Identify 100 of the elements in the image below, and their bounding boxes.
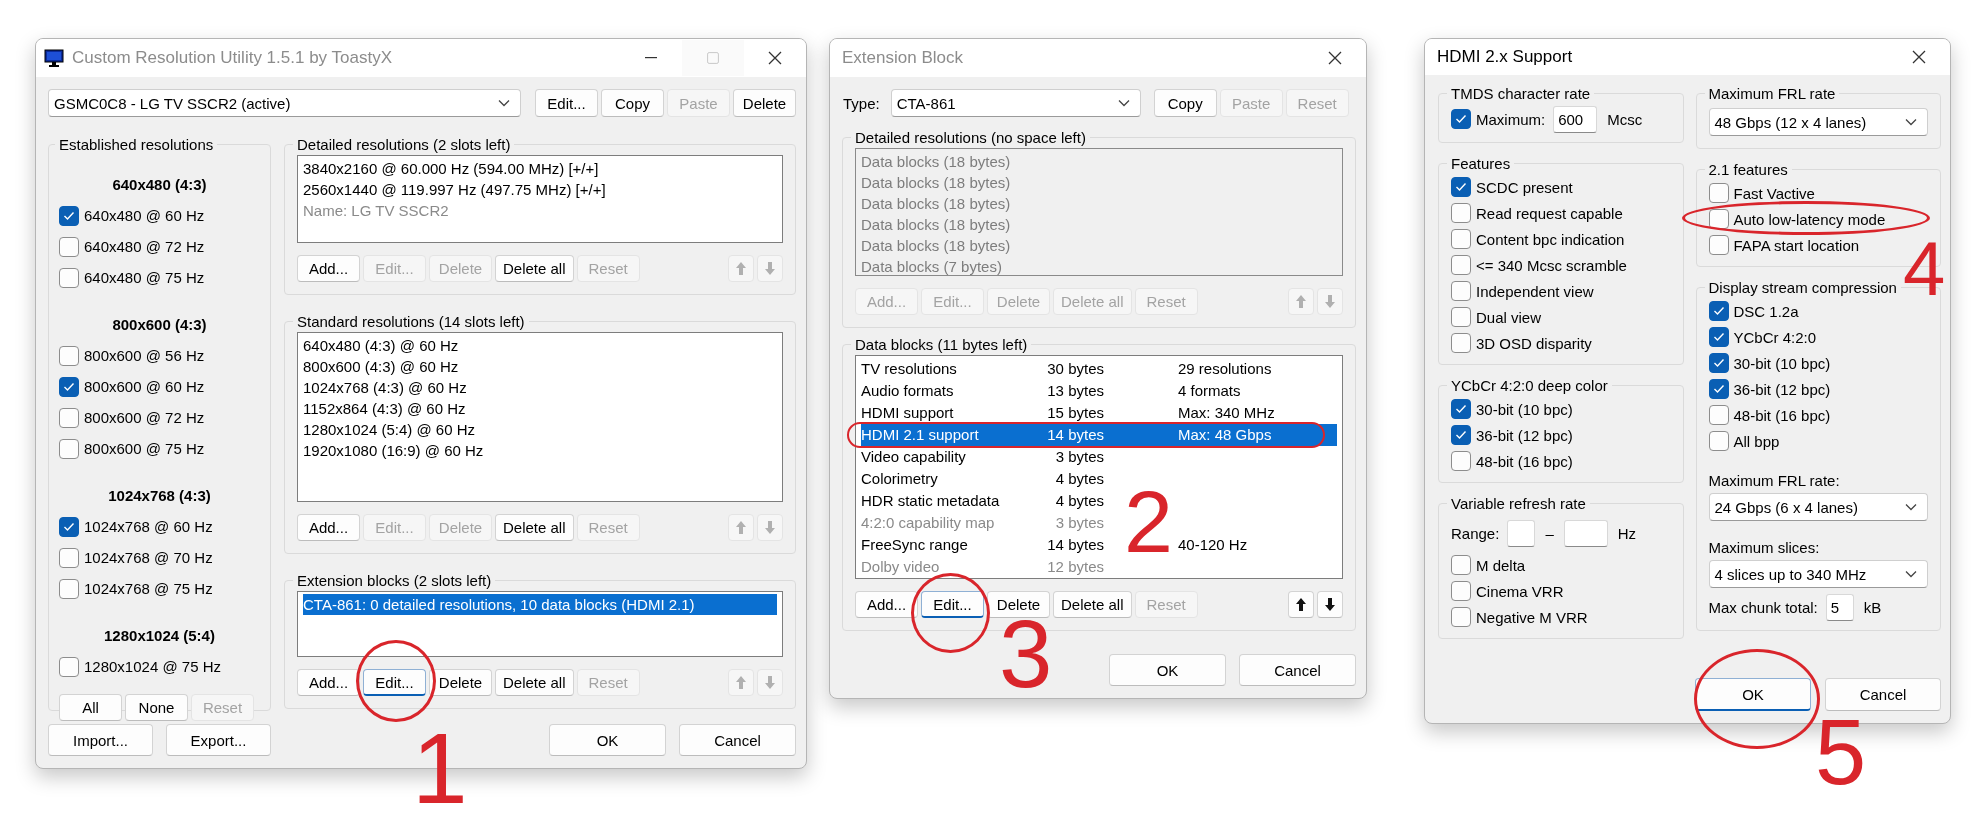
checkbox[interactable] bbox=[1451, 581, 1471, 601]
group-title: Standard resolutions (14 slots left) bbox=[296, 313, 526, 330]
add-button[interactable]: Add... bbox=[297, 669, 360, 696]
list-item[interactable]: 1280x1024 (5:4) @ 60 Hz bbox=[303, 419, 777, 440]
checkbox[interactable] bbox=[59, 267, 79, 288]
select-none-button[interactable]: None bbox=[125, 694, 188, 721]
list-cell-text: 40-120 Hz bbox=[1177, 535, 1249, 555]
checkbox[interactable] bbox=[1708, 353, 1729, 373]
list-cell-text: 4:2:0 capability map bbox=[861, 513, 996, 533]
checkbox-label: 640x480 @ 72 Hz bbox=[84, 238, 205, 255]
list-cell-text: HDR static metadata bbox=[861, 491, 1001, 511]
checkbox[interactable] bbox=[1451, 203, 1471, 223]
delete-button[interactable]: Delete bbox=[733, 89, 796, 117]
dropdown[interactable]: 4 slices up to 340 MHz bbox=[1708, 560, 1928, 588]
checkbox-label: 640x480 @ 75 Hz bbox=[84, 269, 205, 286]
list-item[interactable]: CTA-861: 0 detailed resolutions, 10 data blocks (HDMI 2.1) bbox=[303, 594, 777, 615]
checkbox-label: 800x600 @ 60 Hz bbox=[84, 378, 205, 395]
add-button[interactable]: Add... bbox=[297, 255, 360, 282]
list-row[interactable]: Dolby video 12 bytes bbox=[861, 556, 1337, 578]
text-field[interactable] bbox=[1563, 519, 1608, 547]
checkbox[interactable] bbox=[59, 376, 79, 397]
dropdown[interactable]: 24 Gbps (6 x 4 lanes) bbox=[1708, 493, 1928, 521]
checkbox[interactable] bbox=[1451, 177, 1471, 197]
list-item[interactable]: 640x480 (4:3) @ 60 Hz bbox=[303, 335, 777, 356]
checkbox[interactable] bbox=[1451, 109, 1471, 129]
list-item[interactable]: 800x600 (4:3) @ 60 Hz bbox=[303, 356, 777, 377]
list-row[interactable]: HDMI support 15 bytes Max: 340 MHz bbox=[861, 402, 1337, 424]
text-field[interactable]: 5 bbox=[1825, 593, 1854, 621]
export-button[interactable]: Export... bbox=[166, 724, 271, 756]
checkbox[interactable] bbox=[59, 236, 79, 257]
checkbox[interactable] bbox=[1708, 431, 1729, 451]
checkbox[interactable] bbox=[1708, 183, 1729, 203]
checkbox[interactable] bbox=[59, 578, 79, 599]
copy-button[interactable]: Copy bbox=[601, 89, 664, 117]
add-button[interactable]: Add... bbox=[297, 514, 360, 541]
list-row[interactable]: HDMI 2.1 support 14 bytes Max: 48 Gbps bbox=[861, 424, 1337, 446]
checkbox[interactable] bbox=[59, 547, 79, 568]
checkbox-label: 800x600 @ 56 Hz bbox=[84, 347, 205, 364]
checkbox[interactable] bbox=[1451, 307, 1471, 327]
list-item[interactable]: 3840x2160 @ 60.000 Hz (594.00 MHz) [+/+] bbox=[303, 158, 777, 179]
checkmark-icon bbox=[1712, 306, 1725, 316]
delete-all-button[interactable]: Delete all bbox=[495, 514, 574, 541]
checkbox[interactable] bbox=[1708, 235, 1729, 255]
list-item[interactable]: 1024x768 (4:3) @ 60 Hz bbox=[303, 377, 777, 398]
cancel-button[interactable]: Cancel bbox=[1239, 654, 1356, 686]
select-all-button[interactable]: All bbox=[59, 694, 122, 721]
checkbox[interactable] bbox=[59, 205, 79, 226]
checkbox[interactable] bbox=[59, 407, 79, 428]
move-down-button[interactable] bbox=[1317, 591, 1343, 618]
checkbox[interactable] bbox=[1451, 555, 1471, 575]
dropdown[interactable]: GSMC0C8 - LG TV SSCR2 (active) bbox=[48, 89, 521, 117]
checkbox[interactable] bbox=[1451, 229, 1471, 249]
ok-button[interactable]: OK bbox=[549, 724, 666, 756]
list-item[interactable]: 1920x1080 (16:9) @ 60 Hz bbox=[303, 440, 777, 461]
checkbox[interactable] bbox=[1451, 399, 1471, 419]
list-row[interactable]: Audio formats 13 bytes 4 formats bbox=[861, 380, 1337, 402]
checkbox[interactable] bbox=[1451, 607, 1471, 627]
ok-button[interactable]: OK bbox=[1695, 678, 1811, 711]
list-row[interactable]: Video capability 3 bytes bbox=[861, 446, 1337, 468]
delete-button[interactable]: Delete bbox=[429, 669, 492, 696]
list-item[interactable]: 1152x864 (4:3) @ 60 Hz bbox=[303, 398, 777, 419]
checkbox-label: 1280x1024 @ 75 Hz bbox=[84, 658, 221, 675]
dropdown[interactable]: CTA-861 bbox=[890, 89, 1141, 117]
ok-button[interactable]: OK bbox=[1109, 654, 1226, 686]
delete-all-button[interactable]: Delete all bbox=[1053, 591, 1132, 618]
cancel-button[interactable]: Cancel bbox=[679, 724, 796, 756]
checkbox[interactable] bbox=[1708, 209, 1729, 229]
checkbox[interactable] bbox=[59, 438, 79, 459]
add-button[interactable]: Add... bbox=[855, 591, 918, 618]
checkbox[interactable] bbox=[1708, 327, 1729, 347]
checkbox[interactable] bbox=[1451, 333, 1471, 353]
import-button[interactable]: Import... bbox=[48, 724, 153, 756]
checkbox[interactable] bbox=[1708, 301, 1729, 321]
text-field[interactable] bbox=[1507, 519, 1536, 547]
checkbox[interactable] bbox=[59, 516, 79, 537]
list-cell-text: HDMI 2.1 support bbox=[861, 425, 980, 445]
checkbox[interactable] bbox=[59, 345, 79, 366]
checkbox[interactable] bbox=[1451, 255, 1471, 275]
edit-button[interactable]: Edit... bbox=[363, 669, 426, 696]
checkbox[interactable] bbox=[1451, 425, 1471, 445]
checkbox[interactable] bbox=[59, 656, 79, 677]
delete-all-button[interactable]: Delete all bbox=[495, 255, 574, 282]
delete-all-button[interactable]: Delete all bbox=[495, 669, 574, 696]
checkbox[interactable] bbox=[1451, 451, 1471, 471]
list-item[interactable]: Name: LG TV SSCR2 bbox=[303, 200, 777, 221]
cancel-button[interactable]: Cancel bbox=[1825, 678, 1941, 711]
dropdown[interactable]: 48 Gbps (12 x 4 lanes) bbox=[1708, 108, 1928, 136]
list-cell-text: Colorimetry bbox=[861, 469, 939, 489]
checkbox-label: 640x480 @ 60 Hz bbox=[84, 207, 205, 224]
edit-button[interactable]: Edit... bbox=[921, 591, 984, 618]
delete-button[interactable]: Delete bbox=[987, 591, 1050, 618]
checkbox[interactable] bbox=[1708, 405, 1729, 425]
list-row[interactable]: TV resolutions 30 bytes 29 resolutions bbox=[861, 358, 1337, 380]
move-up-button[interactable] bbox=[1288, 591, 1314, 618]
copy-button[interactable]: Copy bbox=[1153, 89, 1217, 117]
checkbox[interactable] bbox=[1451, 281, 1471, 301]
checkbox[interactable] bbox=[1708, 379, 1729, 399]
edit-button[interactable]: Edit... bbox=[535, 89, 598, 117]
list-item[interactable]: 2560x1440 @ 119.997 Hz (497.75 MHz) [+/+] bbox=[303, 179, 777, 200]
text-field[interactable]: 600 bbox=[1553, 105, 1598, 133]
